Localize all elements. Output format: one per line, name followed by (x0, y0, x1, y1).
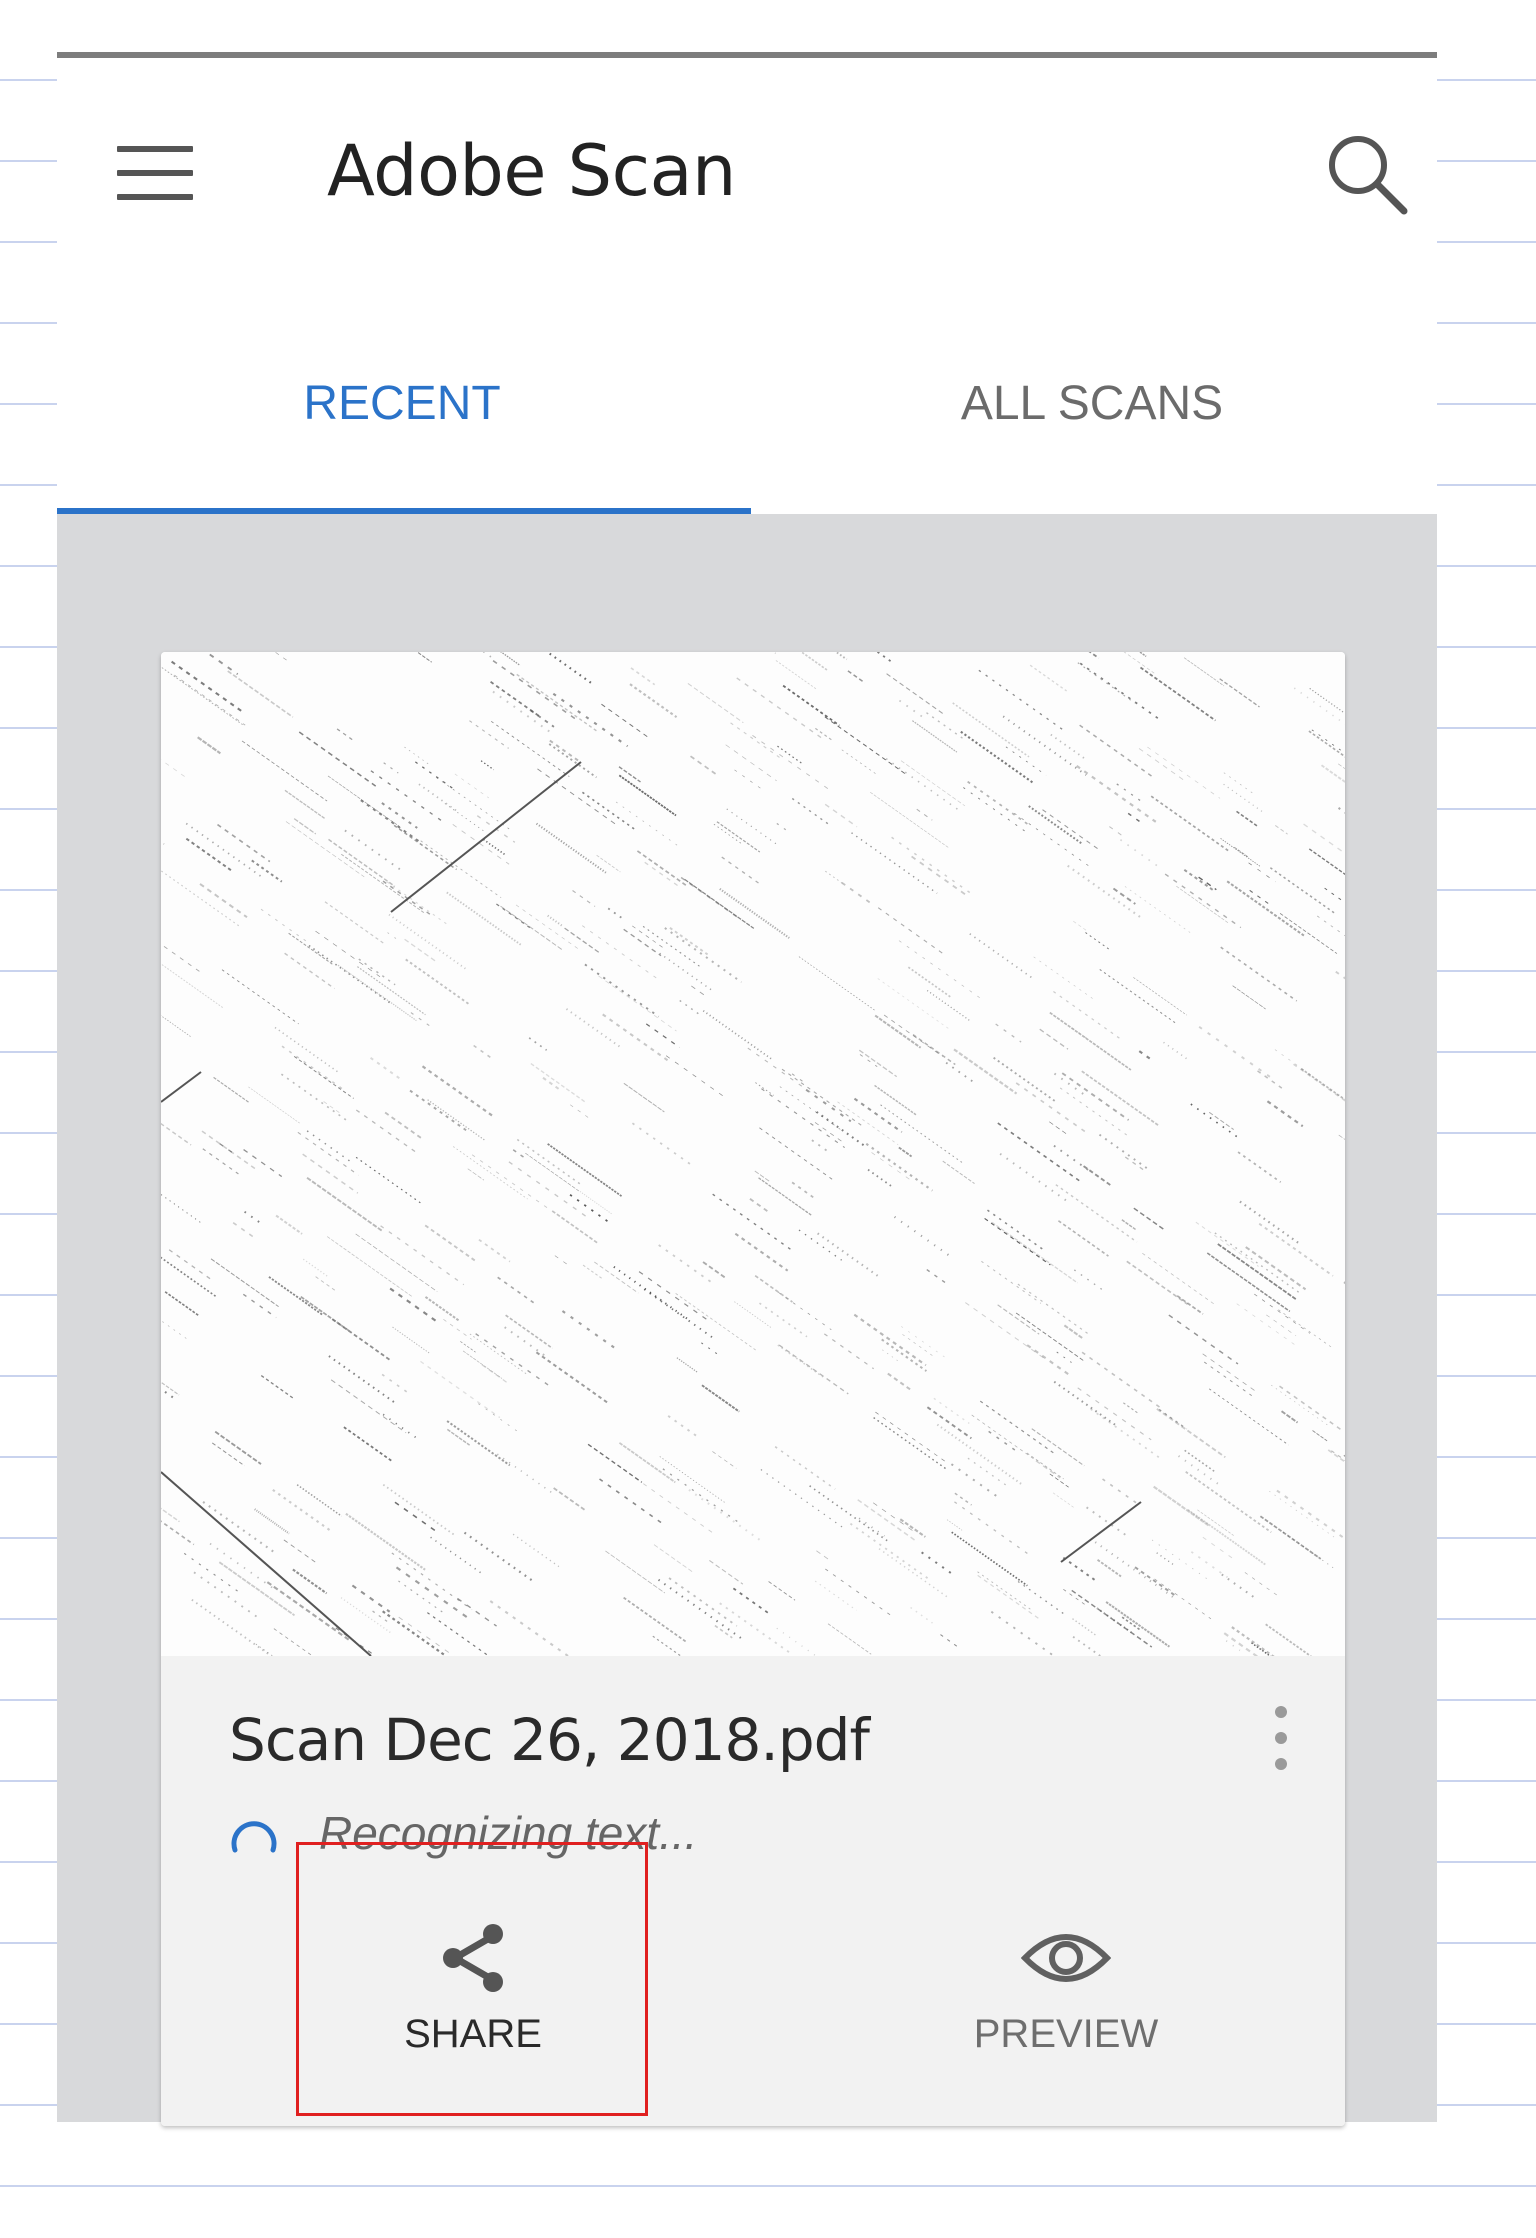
app-title: Adobe Scan (327, 130, 736, 212)
scan-status-text: Recognizing text... (319, 1807, 698, 1859)
scan-list: Scan Dec 26, 2018.pdf Recognizing text..… (57, 514, 1437, 2126)
share-button[interactable]: SHARE (293, 1918, 653, 2118)
scan-thumbnail[interactable] (161, 652, 1345, 1656)
scan-card: Scan Dec 26, 2018.pdf Recognizing text..… (161, 652, 1345, 2126)
share-icon (443, 1924, 503, 1992)
scan-thumbnail-image (161, 652, 1345, 1656)
app-screen: Adobe Scan RECENT ALL SCANS Scan Dec 26,… (57, 52, 1437, 2126)
preview-label: PREVIEW (973, 2012, 1159, 2056)
scan-filename: Scan Dec 26, 2018.pdf (229, 1706, 870, 1774)
scan-texture (161, 652, 1345, 1656)
app-bar: Adobe Scan (57, 58, 1437, 298)
hamburger-menu-icon[interactable] (117, 146, 195, 200)
eye-icon (1021, 1934, 1111, 1982)
scan-card-details: Scan Dec 26, 2018.pdf Recognizing text..… (161, 1656, 1345, 2126)
tab-bar: RECENT ALL SCANS (57, 298, 1437, 516)
more-vertical-icon[interactable] (1261, 1698, 1301, 1788)
tab-all-scans[interactable]: ALL SCANS (747, 298, 1437, 508)
share-label: SHARE (404, 2012, 542, 2056)
tab-recent[interactable]: RECENT (57, 298, 747, 508)
loading-spinner-icon (231, 1821, 277, 1853)
preview-button[interactable]: PREVIEW (886, 1918, 1246, 2118)
search-icon[interactable] (1322, 129, 1412, 219)
